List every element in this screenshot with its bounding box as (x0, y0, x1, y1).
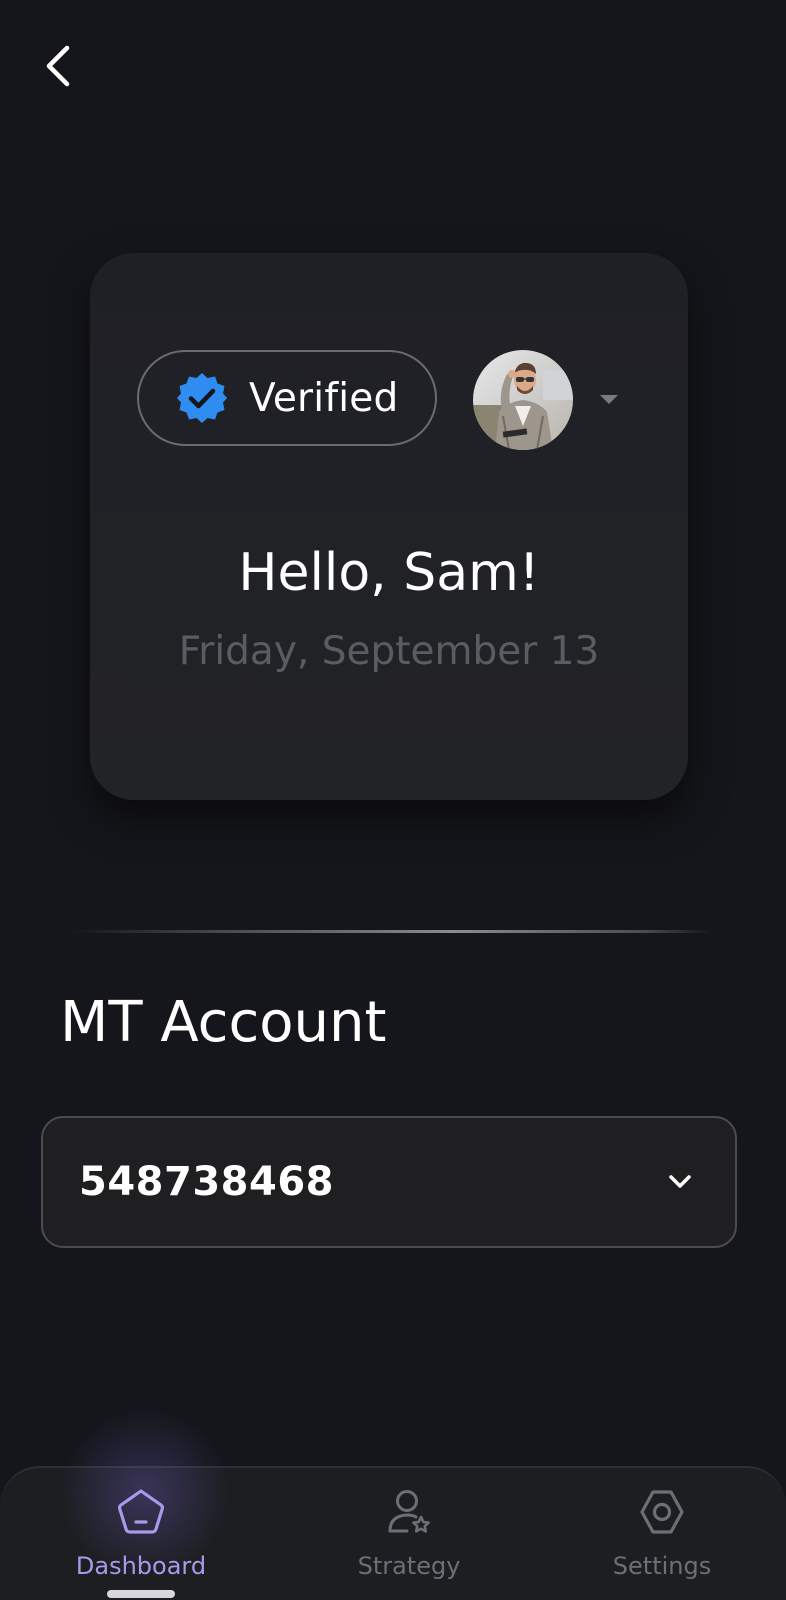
chevron-left-icon (46, 45, 70, 87)
user-star-icon (388, 1490, 430, 1533)
greeting-text: Hello, Sam! (238, 543, 540, 603)
selected-account-value: 548738468 (79, 1159, 334, 1205)
nav-item-strategy[interactable]: Strategy (319, 1486, 499, 1596)
verified-status-pill[interactable]: Verified (137, 350, 437, 446)
nav-item-dashboard[interactable]: Dashboard (51, 1486, 231, 1596)
mt-account-title: MT Account (60, 990, 387, 1055)
chevron-down-icon (669, 1175, 691, 1188)
profile-card: Verified Hello, Sam! Friday, September 1… (90, 253, 688, 800)
bottom-navigation: Dashboard Strategy Settings (0, 1408, 786, 1600)
verified-label: Verified (249, 375, 399, 421)
gear-hexagon-icon (640, 1490, 684, 1534)
section-divider (70, 930, 710, 933)
nav-label-settings: Settings (612, 1552, 712, 1580)
date-text: Friday, September 13 (178, 629, 600, 674)
dashboard-screen: Verified Hello, Sam! Friday, September 1… (0, 0, 786, 1600)
home-icon (117, 1489, 165, 1534)
back-button[interactable] (34, 38, 82, 94)
nav-label-strategy: Strategy (357, 1552, 461, 1580)
home-indicator-bar (107, 1590, 175, 1598)
mt-account-dropdown[interactable]: 548738468 (41, 1116, 737, 1248)
avatar[interactable] (473, 350, 573, 450)
nav-item-settings[interactable]: Settings (572, 1486, 752, 1596)
verified-badge-icon (177, 373, 227, 423)
caret-down-icon[interactable] (598, 391, 620, 407)
nav-label-dashboard: Dashboard (75, 1552, 207, 1580)
user-avatar-photo (473, 350, 573, 450)
